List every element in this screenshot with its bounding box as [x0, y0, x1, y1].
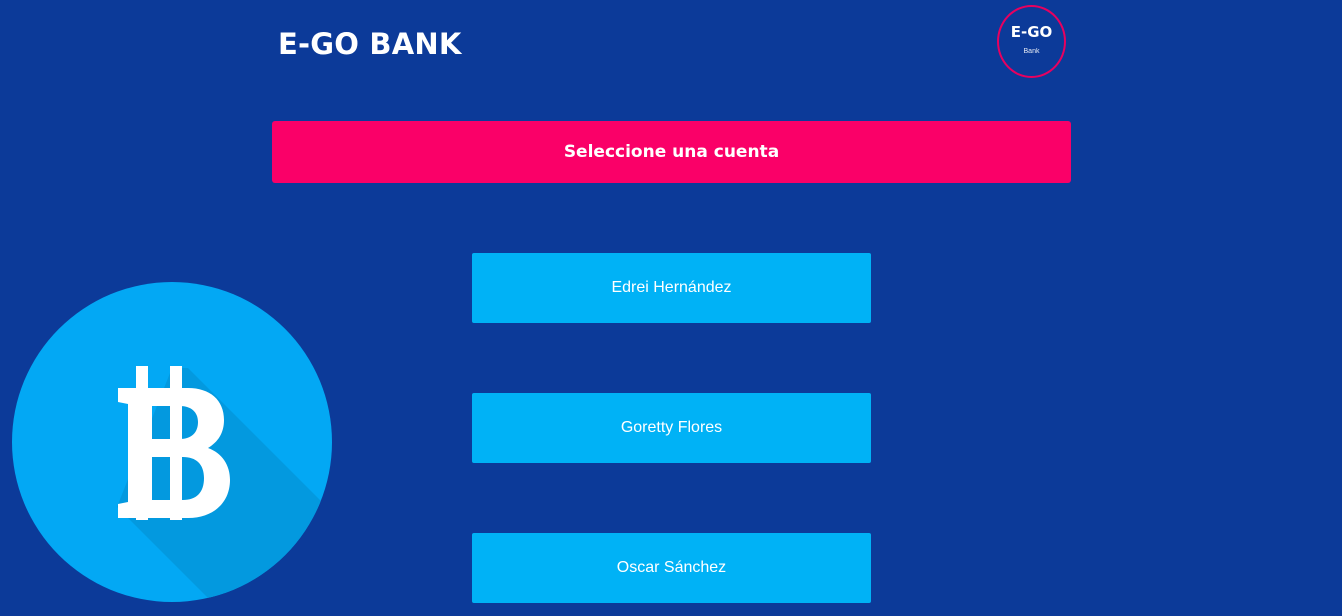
logo-sub-text: Bank [1023, 47, 1040, 55]
logo-main-text: E-GO [1010, 22, 1053, 41]
account-button-1[interactable]: Goretty Flores [472, 393, 871, 463]
bank-title: E-GO BANK [278, 27, 462, 61]
account-selection-page: E-GO BANK E-GO Bank Seleccione una cuent… [0, 0, 1342, 616]
bitcoin-icon [12, 282, 332, 602]
account-button-label: Edrei Hernández [611, 279, 732, 296]
select-account-label: Seleccione una cuenta [563, 142, 780, 162]
select-account-banner: Seleccione una cuenta [272, 121, 1071, 183]
account-button-label: Oscar Sánchez [616, 559, 727, 576]
bank-logo: E-GO Bank [997, 5, 1066, 78]
account-button-2[interactable]: Oscar Sánchez [472, 533, 871, 603]
account-button-0[interactable]: Edrei Hernández [472, 253, 871, 323]
account-button-label: Goretty Flores [620, 419, 723, 436]
